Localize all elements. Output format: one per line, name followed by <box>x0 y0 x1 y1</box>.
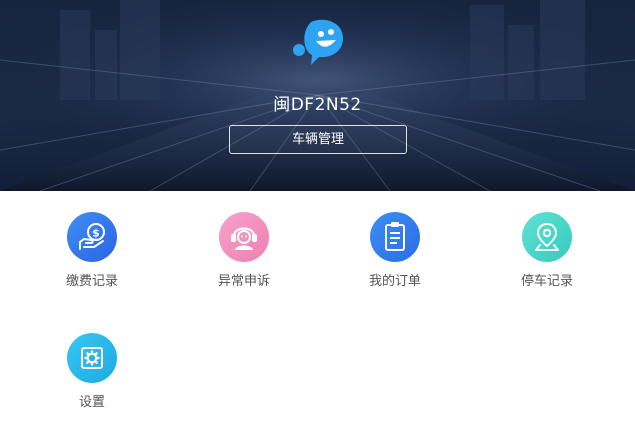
menu-label-parking-records: 停车记录 <box>520 274 573 289</box>
plate-number: 闽DF2N52 <box>273 95 362 115</box>
gear-icon <box>67 333 117 383</box>
hand-coin-icon: $ <box>67 212 117 262</box>
menu-item-my-orders[interactable]: 我的订单 <box>334 212 454 312</box>
svg-text:$: $ <box>92 227 100 240</box>
vehicle-management-button[interactable]: 车辆管理 <box>229 125 407 154</box>
menu-item-parking-records[interactable]: 停车记录 <box>486 212 606 312</box>
menu-label-my-orders: 我的订单 <box>368 274 421 289</box>
header-banner: 闽DF2N52 车辆管理 <box>0 0 635 191</box>
menu-item-payment-records[interactable]: $ 缴费记录 <box>31 212 151 312</box>
menu-label-exception-appeal: 异常申诉 <box>217 274 270 289</box>
user-center-page: 闽DF2N52 车辆管理 $ 缴费记录 异常申诉 我的订单 停车记录 设置 <box>0 0 635 424</box>
menu-item-exception-appeal[interactable]: 异常申诉 <box>183 212 303 312</box>
map-pin-icon <box>522 212 572 262</box>
headset-agent-icon <box>219 212 269 262</box>
menu-item-settings[interactable]: 设置 <box>31 333 151 424</box>
menu-label-payment-records: 缴费记录 <box>65 274 118 289</box>
clipboard-list-icon <box>370 212 420 262</box>
menu-label-settings: 设置 <box>78 395 105 410</box>
chat-bubble-smile-icon <box>293 19 343 65</box>
